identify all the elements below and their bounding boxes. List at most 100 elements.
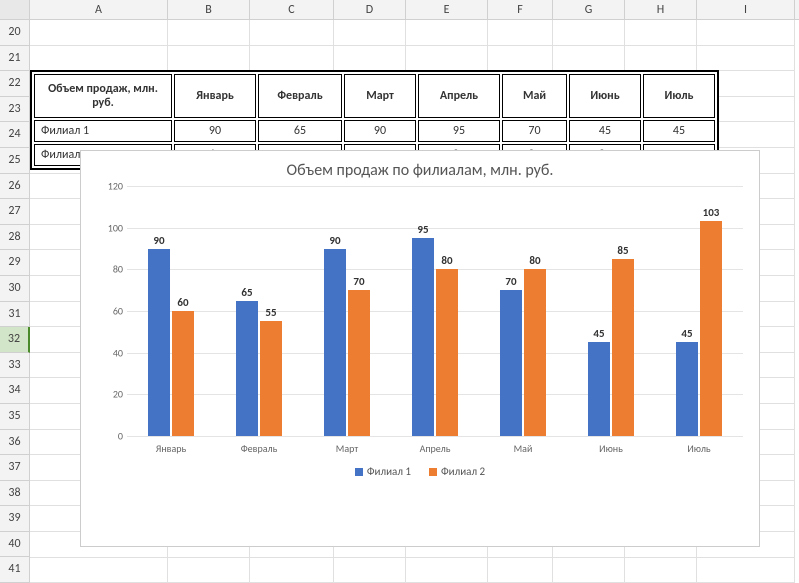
row-header-26[interactable]: 26 (0, 174, 30, 200)
y-tick-label: 60 (113, 305, 123, 318)
bar[interactable]: 65 (236, 301, 258, 436)
bar[interactable]: 70 (348, 290, 370, 436)
bar[interactable]: 90 (148, 249, 170, 437)
legend-item-2: Филиал 2 (429, 465, 485, 478)
row-header-24[interactable]: 24 (0, 122, 30, 148)
column-header-C[interactable]: C (250, 0, 334, 20)
row-header-39[interactable]: 39 (0, 506, 30, 532)
table-cell[interactable]: 90 (344, 120, 416, 142)
row-header-21[interactable]: 21 (0, 46, 30, 72)
x-tick-label: Июнь (586, 442, 636, 455)
bar-value-label: 70 (505, 275, 516, 288)
bar-value-label: 80 (441, 254, 452, 267)
row-header-31[interactable]: 31 (0, 302, 30, 328)
row-header-34[interactable]: 34 (0, 378, 30, 404)
legend-label-2: Филиал 2 (441, 465, 485, 478)
table-cell[interactable]: 65 (258, 120, 342, 142)
y-tick-label: 20 (113, 388, 123, 401)
select-all-corner[interactable] (0, 0, 30, 20)
bar[interactable]: 45 (588, 342, 610, 436)
bar[interactable]: 103 (700, 221, 722, 436)
bar-value-label: 60 (177, 296, 188, 309)
column-header-H[interactable]: H (625, 0, 697, 20)
bar-group: 4585 (588, 259, 634, 436)
bar-group: 9060 (148, 249, 194, 437)
chart-bars: 90606555907095807080458545103 (127, 186, 743, 436)
table-header-month: Март (344, 74, 416, 118)
row-header-27[interactable]: 27 (0, 199, 30, 225)
table-cell[interactable]: 45 (643, 120, 715, 142)
column-headers: ABCDEFGHI (0, 0, 799, 20)
row-header-41[interactable]: 41 (0, 557, 30, 583)
bar-value-label: 103 (703, 206, 720, 219)
legend-swatch-icon (355, 468, 363, 476)
column-header-F[interactable]: F (488, 0, 553, 20)
column-header-E[interactable]: E (406, 0, 488, 20)
bar-group: 9070 (324, 249, 370, 437)
row-header-37[interactable]: 37 (0, 455, 30, 481)
row-header-32[interactable]: 32 (0, 327, 30, 353)
table-header-month: Январь (174, 74, 256, 118)
table-header-month: Май (502, 74, 567, 118)
chart-plot-area: 020406080100120 906065559070958070804585… (127, 186, 743, 436)
bar-value-label: 45 (681, 327, 692, 340)
bar[interactable]: 45 (676, 342, 698, 436)
x-tick-label: Май (498, 442, 548, 455)
table-cell[interactable]: 45 (569, 120, 641, 142)
table-cell[interactable]: 70 (502, 120, 567, 142)
column-header-I[interactable]: I (697, 0, 795, 20)
column-header-B[interactable]: B (168, 0, 250, 20)
row-header-36[interactable]: 36 (0, 430, 30, 456)
bar[interactable]: 85 (612, 259, 634, 436)
bar-value-label: 85 (617, 244, 628, 257)
legend-label-1: Филиал 1 (367, 465, 411, 478)
x-tick-label: Февраль (234, 442, 284, 455)
bar-value-label: 90 (153, 234, 164, 247)
chart[interactable]: Объем продаж по филиалам, млн. руб. 0204… (80, 150, 760, 547)
bar[interactable]: 95 (412, 238, 434, 436)
bar[interactable]: 70 (500, 290, 522, 436)
table-header-month: Февраль (258, 74, 342, 118)
row-header-28[interactable]: 28 (0, 225, 30, 251)
bar-group: 6555 (236, 301, 282, 436)
bar-value-label: 90 (329, 234, 340, 247)
column-header-D[interactable]: D (334, 0, 406, 20)
table-header-month: Июнь (569, 74, 641, 118)
row-header-38[interactable]: 38 (0, 481, 30, 507)
column-header-A[interactable]: A (30, 0, 168, 20)
y-tick-label: 40 (113, 346, 123, 359)
bar-value-label: 70 (353, 275, 364, 288)
row-headers: 2021222324252627282930313233343536373839… (0, 20, 30, 583)
y-axis: 020406080100120 (93, 186, 123, 436)
row-header-25[interactable]: 25 (0, 148, 30, 174)
table-cell[interactable]: 90 (174, 120, 256, 142)
row-header-33[interactable]: 33 (0, 353, 30, 379)
column-header-G[interactable]: G (553, 0, 625, 20)
row-header-20[interactable]: 20 (0, 20, 30, 46)
table-header-month: Апрель (418, 74, 500, 118)
table-cell[interactable]: 95 (418, 120, 500, 142)
y-tick-label: 80 (113, 263, 123, 276)
table-header-month: Июль (643, 74, 715, 118)
bar-value-label: 65 (241, 286, 252, 299)
y-tick-label: 100 (108, 221, 123, 234)
table-header-label: Объем продаж, млн. руб. (34, 74, 172, 118)
x-tick-label: Июль (674, 442, 724, 455)
bar[interactable]: 55 (260, 321, 282, 436)
row-header-30[interactable]: 30 (0, 276, 30, 302)
bar[interactable]: 60 (172, 311, 194, 436)
row-header-23[interactable]: 23 (0, 97, 30, 123)
row-header-29[interactable]: 29 (0, 250, 30, 276)
y-tick-label: 0 (118, 430, 123, 443)
row-header-35[interactable]: 35 (0, 404, 30, 430)
row-header-40[interactable]: 40 (0, 532, 30, 558)
bar-group: 7080 (500, 269, 546, 436)
bar[interactable]: 90 (324, 249, 346, 437)
x-axis-labels: ЯнварьФевральМартАпрельМайИюньИюль (127, 442, 743, 455)
bar[interactable]: 80 (436, 269, 458, 436)
bar[interactable]: 80 (524, 269, 546, 436)
bar-group: 45103 (676, 221, 722, 436)
bar-value-label: 45 (593, 327, 604, 340)
row-header-22[interactable]: 22 (0, 71, 30, 97)
y-tick-label: 120 (108, 180, 123, 193)
